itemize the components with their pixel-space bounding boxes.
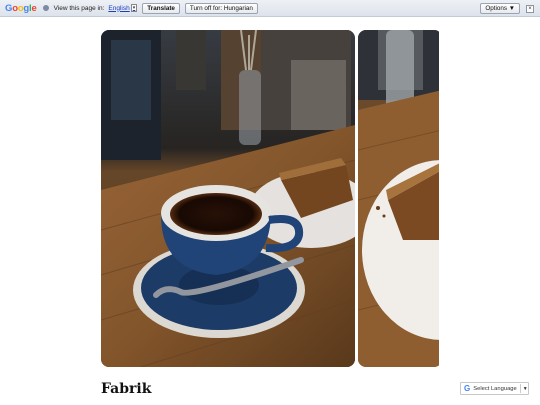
translate-bar: Google View this page in: English ▾ Tran… [0, 0, 540, 17]
page-title: Fabrik [101, 381, 152, 397]
cake-plate-image [358, 30, 439, 367]
select-language-widget[interactable]: G Select Language ▼ [460, 382, 529, 395]
photo-gallery[interactable] [101, 30, 439, 368]
close-icon[interactable]: × [526, 4, 534, 13]
coffee-and-cake-image [101, 30, 355, 367]
google-g-icon: G [464, 384, 471, 393]
coffee-and-cake-photo[interactable] [101, 30, 355, 367]
cake-plate-photo[interactable] [358, 30, 439, 367]
translate-button[interactable]: Translate [142, 2, 180, 14]
select-language-label: Select Language [473, 385, 517, 392]
google-logo: Google [5, 2, 37, 14]
chevron-down-icon: ▾ [130, 4, 138, 12]
chevron-down-icon: ▼ [522, 385, 528, 392]
options-button[interactable]: Options ▼ [480, 3, 520, 14]
info-icon [42, 5, 49, 11]
turn-off-button[interactable]: Turn off for: Hungarian [184, 2, 258, 14]
language-select-label: English [108, 4, 130, 12]
language-select[interactable]: English ▾ [108, 4, 138, 12]
translate-prompt: View this page in: [53, 4, 105, 12]
divider [519, 384, 521, 393]
